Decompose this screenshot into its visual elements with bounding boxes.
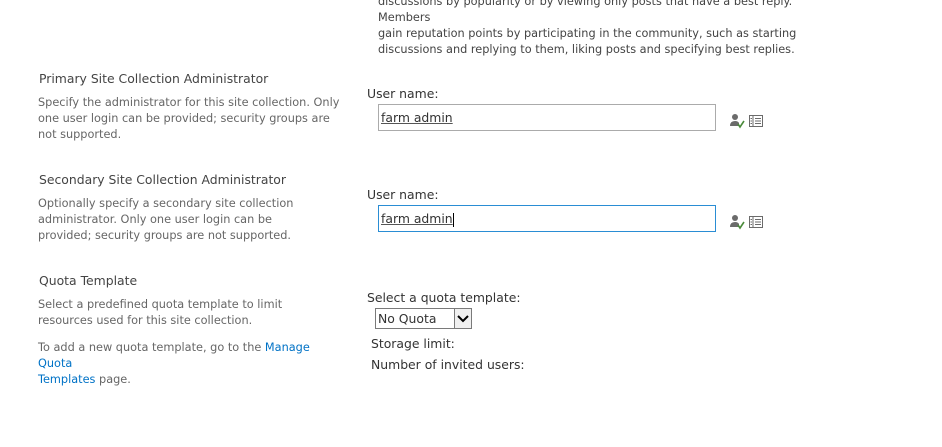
- check-names-icon[interactable]: [729, 214, 745, 230]
- quota-add-text-end: page.: [95, 373, 131, 386]
- invited-users-label: Number of invited users:: [371, 357, 525, 372]
- address-book-icon[interactable]: [748, 113, 764, 129]
- secondary-admin-title: Secondary Site Collection Administrator: [39, 172, 286, 187]
- chevron-down-icon: [454, 309, 471, 328]
- primary-admin-username-label: User name:: [367, 86, 439, 101]
- quota-title: Quota Template: [39, 273, 138, 288]
- quota-select-label: Select a quota template:: [367, 290, 521, 305]
- community-description-line: discussions and replying to them, liking…: [378, 43, 795, 56]
- quota-add-instructions: To add a new quota template, go to the M…: [38, 340, 338, 388]
- community-description: discussions by popularity or by viewing …: [378, 0, 818, 58]
- primary-admin-username-value: farm admin: [381, 110, 453, 125]
- check-names-icon[interactable]: [729, 113, 745, 129]
- secondary-admin-username-value: farm admin: [381, 211, 453, 226]
- primary-admin-description: Specify the administrator for this site …: [38, 96, 340, 141]
- quota-description: Select a predefined quota template to li…: [38, 298, 283, 327]
- quota-template-selected: No Quota: [378, 311, 437, 326]
- community-description-line: discussions by popularity or by viewing …: [378, 0, 793, 24]
- manage-quota-link-text: Templates: [38, 373, 96, 386]
- text-cursor: [452, 212, 454, 227]
- address-book-icon[interactable]: [748, 214, 764, 230]
- secondary-admin-username-input[interactable]: farm admin: [378, 205, 716, 232]
- secondary-admin-description: Optionally specify a secondary site coll…: [38, 197, 294, 242]
- secondary-admin-username-label: User name:: [367, 187, 439, 202]
- storage-limit-label: Storage limit:: [371, 336, 455, 351]
- quota-template-select[interactable]: No Quota: [375, 308, 472, 329]
- primary-admin-username-input[interactable]: farm admin: [378, 104, 716, 131]
- primary-admin-title: Primary Site Collection Administrator: [39, 71, 269, 86]
- quota-add-text: To add a new quota template, go to the: [38, 341, 265, 354]
- community-description-line: gain reputation points by participating …: [378, 27, 797, 40]
